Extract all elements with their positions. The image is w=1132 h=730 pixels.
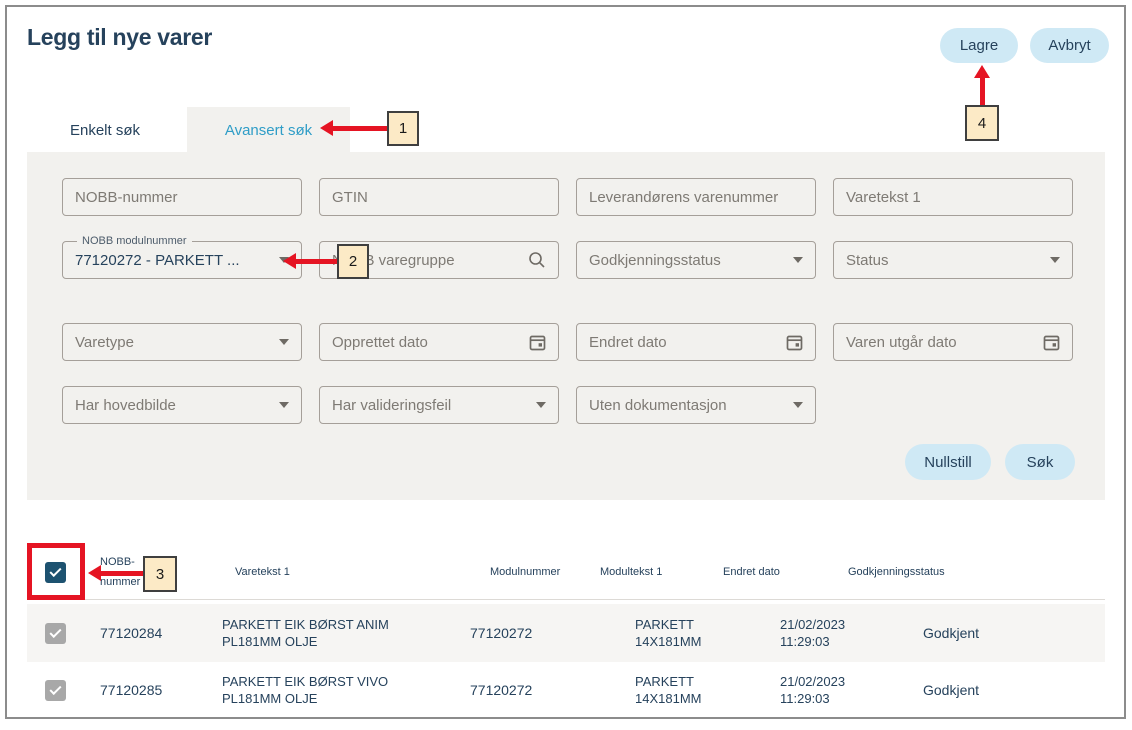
nobb-number-input[interactable] (75, 189, 289, 206)
status-placeholder: Status (846, 252, 1042, 269)
annotation-arrow-left-icon (320, 120, 333, 136)
nobb-module-number-label: NOBB modulnummer (77, 234, 192, 248)
item-expiry-date-picker[interactable]: Varen utgår dato (833, 323, 1073, 361)
has-validation-errors-placeholder: Har valideringsfeil (332, 397, 528, 414)
has-main-image-select[interactable]: Har hovedbilde (62, 386, 302, 424)
save-button[interactable]: Lagre (940, 28, 1018, 63)
nobb-module-number-value: 77120272 - PARKETT ... (75, 252, 271, 269)
cell-approval-status: Godkjent (845, 625, 1105, 641)
item-text-input[interactable] (846, 189, 1060, 206)
add-items-page: Legg til nye varer Lagre Avbryt Enkelt s… (0, 0, 1132, 730)
row-select-cell (27, 680, 95, 701)
cell-module-number: 77120272 (440, 625, 580, 641)
calendar-icon (1043, 334, 1060, 351)
filter-row-4: Har hovedbilde Har valideringsfeil Uten … (62, 386, 816, 424)
column-header-item-text: Varetekst 1 (213, 562, 440, 582)
annotation-callout-4: 4 (965, 105, 999, 141)
approval-status-select[interactable]: Godkjenningsstatus (576, 241, 816, 279)
column-header-changed-date: Endret dato (720, 562, 845, 582)
cell-changed-date: 21/02/2023 11:29:03 (720, 616, 845, 650)
table-header: NOBB-nummer Varetekst 1 Modulnummer Modu… (27, 545, 1105, 600)
annotation-arrow-up-icon (974, 65, 990, 78)
item-expiry-date-placeholder: Varen utgår dato (846, 334, 1035, 351)
changed-date-placeholder: Endret dato (589, 334, 778, 351)
search-button[interactable]: Søk (1005, 444, 1075, 480)
calendar-icon (529, 334, 546, 351)
created-date-picker[interactable]: Opprettet dato (319, 323, 559, 361)
cell-item-text: PARKETT EIK BØRST ANIM PL181MM OLJE (213, 616, 440, 650)
supplier-item-number-input[interactable] (589, 189, 803, 206)
chevron-down-icon (1050, 257, 1060, 263)
cell-approval-status: Godkjent (845, 682, 1105, 698)
item-text-field[interactable] (833, 178, 1073, 216)
tab-simple-search[interactable]: Enkelt søk (40, 107, 170, 153)
advanced-search-panel: NOBB modulnummer 77120272 - PARKETT ... … (27, 152, 1105, 500)
item-type-placeholder: Varetype (75, 334, 271, 351)
search-icon (528, 251, 546, 269)
cancel-button[interactable]: Avbryt (1030, 28, 1109, 63)
annotation-arrow-left-icon (88, 565, 101, 581)
column-header-module-number: Modulnummer (440, 562, 580, 582)
annotation-arrow-shaft (296, 259, 337, 264)
cell-module-text: PARKETT 14X181MM (580, 673, 720, 707)
filter-row-1 (62, 178, 1073, 216)
created-date-placeholder: Opprettet dato (332, 334, 521, 351)
approval-status-placeholder: Godkjenningsstatus (589, 252, 785, 269)
table-row: 77120284 PARKETT EIK BØRST ANIM PL181MM … (27, 604, 1105, 662)
checkmark-icon (49, 682, 61, 694)
cell-item-text: PARKETT EIK BØRST VIVO PL181MM OLJE (213, 673, 440, 707)
filter-row-2: NOBB modulnummer 77120272 - PARKETT ... … (62, 241, 1073, 279)
calendar-icon (786, 334, 803, 351)
chevron-down-icon (279, 339, 289, 345)
checkmark-icon (49, 625, 61, 637)
column-header-module-text: Modultekst 1 (580, 562, 720, 582)
row-checkbox[interactable] (45, 623, 66, 644)
annotation-arrow-shaft (980, 78, 985, 105)
changed-date-picker[interactable]: Endret dato (576, 323, 816, 361)
cell-changed-date: 21/02/2023 11:29:03 (720, 673, 845, 707)
page-title: Legg til nye varer (27, 24, 212, 51)
nobb-module-number-select[interactable]: NOBB modulnummer 77120272 - PARKETT ... (62, 241, 302, 279)
annotation-arrow-shaft (333, 126, 387, 131)
annotation-arrow-left-icon (283, 253, 296, 269)
has-validation-errors-select[interactable]: Har valideringsfeil (319, 386, 559, 424)
chevron-down-icon (793, 402, 803, 408)
row-checkbox[interactable] (45, 680, 66, 701)
status-select[interactable]: Status (833, 241, 1073, 279)
gtin-input[interactable] (332, 189, 546, 206)
cell-module-number: 77120272 (440, 682, 580, 698)
annotation-callout-2: 2 (337, 244, 369, 279)
chevron-down-icon (279, 402, 289, 408)
cell-nobb-number: 77120285 (95, 682, 213, 698)
chevron-down-icon (536, 402, 546, 408)
annotation-arrow-shaft (101, 571, 143, 576)
cell-module-text: PARKETT 14X181MM (580, 616, 720, 650)
reset-button[interactable]: Nullstill (905, 444, 991, 480)
filter-row-3: Varetype Opprettet dato Endret dato Vare… (62, 323, 1073, 361)
without-documentation-placeholder: Uten dokumentasjon (589, 397, 785, 414)
annotation-callout-3: 3 (143, 556, 177, 592)
annotation-callout-1: 1 (387, 111, 419, 146)
column-header-approval-status: Godkjenningsstatus (845, 562, 1105, 582)
nobb-number-field[interactable] (62, 178, 302, 216)
row-select-cell (27, 623, 95, 644)
item-type-select[interactable]: Varetype (62, 323, 302, 361)
table-row: 77120285 PARKETT EIK BØRST VIVO PL181MM … (27, 662, 1105, 718)
cell-nobb-number: 77120284 (95, 625, 213, 641)
gtin-field[interactable] (319, 178, 559, 216)
chevron-down-icon (793, 257, 803, 263)
supplier-item-number-field[interactable] (576, 178, 816, 216)
annotation-highlight-rectangle (27, 543, 85, 600)
has-main-image-placeholder: Har hovedbilde (75, 397, 271, 414)
without-documentation-select[interactable]: Uten dokumentasjon (576, 386, 816, 424)
